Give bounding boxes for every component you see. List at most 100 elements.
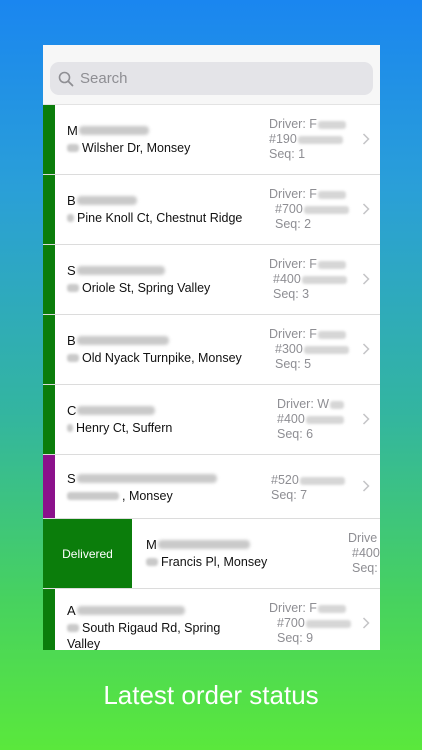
- chevron-right-icon: [362, 617, 370, 629]
- status-bar: [43, 589, 55, 650]
- order-number: #400: [273, 272, 301, 286]
- order-meta: Driver: F #700 Seq: 9: [269, 601, 359, 646]
- status-bar: [43, 315, 55, 384]
- order-details: M Wilsher Dr, Monsey: [67, 121, 257, 156]
- sequence: Seq: 3: [273, 287, 310, 301]
- customer-initial: B: [67, 332, 76, 348]
- redacted-name: [157, 539, 250, 549]
- order-details: B Pine Knoll Ct, Chestnut Ridge: [67, 191, 257, 226]
- order-number: #520: [271, 473, 299, 487]
- order-meta: Drive #400 Seq:: [348, 531, 380, 576]
- order-meta: Driver: F #700 Seq: 2: [269, 187, 359, 232]
- order-number: #400: [352, 546, 380, 560]
- driver-label: Driver: F: [269, 257, 317, 271]
- driver-label: Driver: W: [277, 397, 330, 411]
- status-bar: [43, 245, 55, 314]
- customer-address-line2: Valley: [67, 637, 101, 650]
- order-meta: Driver: F #190 Seq: 1: [269, 117, 359, 162]
- order-number: #700: [275, 202, 303, 216]
- redacted-name: [78, 125, 149, 135]
- order-meta: Driver: F #400 Seq: 3: [269, 257, 359, 302]
- search-icon: [58, 71, 74, 86]
- redacted-driver: [317, 604, 346, 613]
- redacted-house-number: [67, 354, 79, 362]
- order-list: M Wilsher Dr, Monsey Driver: F #190 Seq:…: [43, 105, 380, 650]
- redacted-driver: [330, 400, 345, 409]
- customer-initial: C: [67, 402, 77, 418]
- order-details: C Henry Ct, Suffern: [67, 401, 257, 436]
- redacted-driver: [317, 260, 346, 269]
- promo-caption: Latest order status: [103, 680, 319, 710]
- order-row[interactable]: M Wilsher Dr, Monsey Driver: F #190 Seq:…: [43, 105, 380, 175]
- sequence: Seq: 5: [275, 357, 312, 371]
- customer-address: South Rigaud Rd, Spring: [82, 621, 221, 635]
- order-row[interactable]: S , Monsey #520 Seq: 7: [43, 455, 380, 519]
- redacted-order-number: [301, 275, 347, 284]
- sequence: Seq: 6: [277, 427, 314, 441]
- status-bar: [43, 105, 55, 174]
- order-row[interactable]: B Pine Knoll Ct, Chestnut Ridge Driver: …: [43, 175, 380, 245]
- redacted-address: [67, 492, 119, 500]
- customer-initial: S: [67, 262, 76, 278]
- redacted-name: [76, 195, 137, 205]
- redacted-driver: [317, 190, 346, 199]
- redacted-house-number: [67, 144, 79, 152]
- customer-address: Henry Ct, Suffern: [76, 421, 173, 435]
- chevron-right-icon: [362, 273, 370, 285]
- order-meta: Driver: F #300 Seq: 5: [269, 327, 359, 372]
- order-row-content: M Francis Pl, Monsey Drive #400 Seq:: [132, 519, 380, 588]
- redacted-order-number: [303, 205, 349, 214]
- customer-initial: M: [67, 122, 78, 138]
- chevron-right-icon: [362, 203, 370, 215]
- driver-label: Driver: F: [269, 117, 317, 131]
- search-field[interactable]: [50, 62, 373, 95]
- order-row[interactable]: A South Rigaud Rd, Spring Valley Driver:…: [43, 589, 380, 650]
- redacted-order-number: [305, 415, 344, 424]
- status-bar: [43, 385, 55, 454]
- order-row-swiped[interactable]: Delivered M Francis Pl, Monsey Drive #40…: [43, 519, 380, 589]
- app-screen: M Wilsher Dr, Monsey Driver: F #190 Seq:…: [43, 45, 380, 650]
- redacted-house-number: [67, 624, 79, 632]
- redacted-order-number: [297, 135, 343, 144]
- customer-address: , Monsey: [122, 489, 173, 503]
- driver-label: Driver: F: [269, 187, 317, 201]
- redacted-name: [76, 265, 165, 275]
- order-number: #700: [277, 616, 305, 630]
- chevron-right-icon: [362, 343, 370, 355]
- sequence: Seq: 1: [269, 147, 306, 161]
- order-number: #190: [269, 132, 297, 146]
- customer-initial: M: [146, 536, 157, 552]
- order-details: B Old Nyack Turnpike, Monsey: [67, 331, 257, 366]
- redacted-house-number: [67, 214, 74, 222]
- order-details: S Oriole St, Spring Valley: [67, 261, 257, 296]
- delivered-button[interactable]: Delivered: [43, 519, 132, 588]
- status-bar: [43, 455, 55, 518]
- order-row[interactable]: B Old Nyack Turnpike, Monsey Driver: F #…: [43, 315, 380, 385]
- driver-label: Driver: F: [269, 327, 317, 341]
- redacted-driver: [317, 120, 346, 129]
- customer-address: Pine Knoll Ct, Chestnut Ridge: [77, 211, 243, 225]
- customer-initial: A: [67, 602, 76, 618]
- chevron-right-icon: [362, 133, 370, 145]
- order-row[interactable]: S Oriole St, Spring Valley Driver: F #40…: [43, 245, 380, 315]
- redacted-order-number: [303, 345, 349, 354]
- order-details: A South Rigaud Rd, Spring Valley: [67, 601, 257, 650]
- customer-address: Francis Pl, Monsey: [161, 555, 268, 569]
- order-meta: #520 Seq: 7: [271, 473, 361, 503]
- order-number: #400: [277, 412, 305, 426]
- customer-address: Old Nyack Turnpike, Monsey: [82, 351, 242, 365]
- order-number: #300: [275, 342, 303, 356]
- redacted-name: [76, 335, 169, 345]
- redacted-house-number: [146, 558, 158, 566]
- driver-label: Driver: F: [269, 601, 317, 615]
- customer-initial: S: [67, 470, 76, 486]
- order-row[interactable]: C Henry Ct, Suffern Driver: W #400 Seq: …: [43, 385, 380, 455]
- customer-initial: B: [67, 192, 76, 208]
- status-bar: [43, 175, 55, 244]
- redacted-driver: [317, 330, 346, 339]
- redacted-name: [76, 473, 217, 483]
- customer-address: Oriole St, Spring Valley: [82, 281, 211, 295]
- search-input[interactable]: [80, 70, 340, 87]
- redacted-order-number: [299, 476, 345, 485]
- chevron-right-icon: [362, 413, 370, 425]
